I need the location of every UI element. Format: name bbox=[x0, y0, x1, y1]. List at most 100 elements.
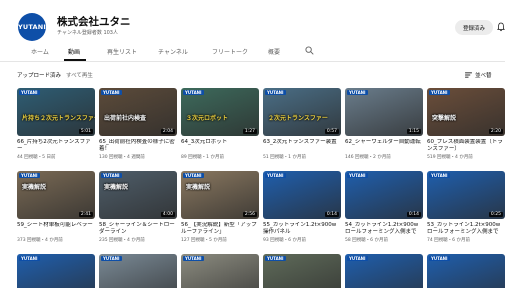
video-meta: 519 回視聴・4 か月前 bbox=[427, 155, 473, 160]
active-tab-indicator bbox=[64, 59, 86, 61]
video-meta: 130 回視聴・4 週間前 bbox=[99, 155, 145, 160]
video-thumbnail[interactable]: YUTANI 0:14 bbox=[263, 171, 341, 219]
video-card[interactable]: YUTANI 出荷前社内検査 2:04 65_出荷前社内検査の様子に密着！ 130 回視… bbox=[99, 88, 177, 160]
upload-filter[interactable]: アップロード済み すべて再生 bbox=[17, 71, 93, 79]
video-thumbnail[interactable]: YUTANI bbox=[263, 254, 341, 288]
video-title[interactable]: 53_カットライン1.2t×900wロールフォーミング入側まで bbox=[427, 222, 505, 236]
yutani-logo: YUTANI bbox=[19, 90, 40, 95]
video-card[interactable]: YUTANI 突撃解説 2:20 60_プレス積面装置装置（トランスファー） 519 回… bbox=[427, 88, 505, 160]
tab-playlists[interactable]: 再生リスト bbox=[107, 47, 137, 56]
channel-avatar[interactable]: YUTANI bbox=[18, 13, 46, 41]
video-card[interactable]: YUTANI 0:14 54_カットライン1.2t×900wロールフォーミング入側ま… bbox=[345, 171, 423, 243]
video-card[interactable]: YUTANI ２次元トランスファー 0:57 63_2次元トランスファー装置 51 回視… bbox=[263, 88, 341, 160]
video-title[interactable]: 59_シート材単板可能レベラー bbox=[17, 222, 95, 236]
video-thumbnail[interactable]: YUTANI bbox=[427, 254, 505, 288]
sort-icon[interactable] bbox=[465, 72, 472, 78]
video-thumbnail[interactable]: YUTANI 実機解説 2:56 bbox=[181, 171, 259, 219]
video-thumbnail[interactable]: YUTANI ３次元ロボット 1:27 bbox=[181, 88, 259, 136]
video-card[interactable]: YUTANI 実機解説 2:56 56_【実況解説】新型「アップルーファライン」 127… bbox=[181, 171, 259, 243]
video-card[interactable]: YUTANI 実機解説 2:41 59_シート材単板可能レベラー 373 回視聴・4 か… bbox=[17, 171, 95, 243]
thumbnail-caption: 実機解説 bbox=[22, 184, 47, 191]
thumbnail-caption: 出荷前社内検査 bbox=[104, 115, 147, 122]
video-card[interactable]: YUTANI bbox=[99, 254, 177, 288]
video-thumbnail[interactable]: YUTANI 1:15 bbox=[345, 88, 423, 136]
video-title[interactable]: 56_【実況解説】新型「アップルーファライン」 bbox=[181, 222, 259, 236]
video-title[interactable]: 62_シャーウェルダー自動運転 bbox=[345, 139, 423, 153]
subscribed-button[interactable]: 登録済み bbox=[455, 20, 493, 35]
video-card[interactable]: YUTANI 実機解説 4:00 58_シャーライン＆シートローダーライン 235 回視… bbox=[99, 171, 177, 243]
thumbnail-caption: ３次元ロボット bbox=[186, 115, 229, 122]
video-title[interactable]: 58_シャーライン＆シートローダーライン bbox=[99, 222, 177, 236]
video-card[interactable]: YUTANI bbox=[345, 254, 423, 288]
video-meta: 373 回視聴・4 か月前 bbox=[17, 238, 63, 243]
video-meta: 93 回視聴・6 か月前 bbox=[263, 238, 306, 243]
video-title[interactable]: 54_カットライン1.2t×900wロールフォーミング入側まで bbox=[345, 222, 423, 236]
yutani-logo: YUTANI bbox=[429, 90, 450, 95]
subscriber-count: チャンネル登録者数 103人 bbox=[57, 30, 118, 36]
video-meta: 235 回視聴・4 か月前 bbox=[99, 238, 145, 243]
tab-videos[interactable]: 動画 bbox=[68, 47, 80, 56]
yutani-logo: YUTANI bbox=[183, 173, 204, 178]
yutani-logo: YUTANI bbox=[101, 173, 122, 178]
video-thumbnail[interactable]: YUTANI 0:14 bbox=[345, 171, 423, 219]
video-thumbnail[interactable]: YUTANI 出荷前社内検査 2:04 bbox=[99, 88, 177, 136]
tab-free-talk[interactable]: フリートーク bbox=[212, 47, 248, 56]
video-thumbnail[interactable]: YUTANI bbox=[99, 254, 177, 288]
yutani-logo: YUTANI bbox=[347, 256, 368, 261]
search-icon[interactable] bbox=[305, 46, 314, 55]
video-meta: 146 回視聴・2 か月前 bbox=[345, 155, 391, 160]
video-thumbnail[interactable]: YUTANI bbox=[181, 254, 259, 288]
video-title[interactable]: 64_3次元ロボット bbox=[181, 139, 259, 153]
video-card[interactable]: YUTANI 0:25 53_カットライン1.2t×900wロールフォーミング入側ま… bbox=[427, 171, 505, 243]
tab-channels[interactable]: チャンネル bbox=[158, 47, 188, 56]
thumbnail-caption: 実機解説 bbox=[104, 184, 129, 191]
video-title[interactable]: 63_2次元トランスファー装置 bbox=[263, 139, 341, 153]
yutani-logo: YUTANI bbox=[265, 173, 286, 178]
video-meta: 58 回視聴・6 か月前 bbox=[345, 238, 388, 243]
video-title[interactable]: 65_出荷前社内検査の様子に密着！ bbox=[99, 139, 177, 153]
video-card[interactable]: YUTANI 1:15 62_シャーウェルダー自動運転 146 回視聴・2 か月前 bbox=[345, 88, 423, 160]
video-duration: 2:20 bbox=[488, 129, 503, 134]
filter-uploaded[interactable]: アップロード済み bbox=[17, 73, 61, 79]
yutani-logo: YUTANI bbox=[265, 256, 286, 261]
play-all-link[interactable]: すべて再生 bbox=[66, 73, 93, 79]
video-duration: 0:25 bbox=[488, 212, 503, 217]
video-card[interactable]: YUTANI 片持ち２次元トランスファー 5:01 66_片持ち2次元トランスファー 4… bbox=[17, 88, 95, 160]
video-thumbnail[interactable]: YUTANI 実機解説 4:00 bbox=[99, 171, 177, 219]
video-card[interactable]: YUTANI bbox=[181, 254, 259, 288]
video-card[interactable]: YUTANI bbox=[263, 254, 341, 288]
yutani-logo: YUTANI bbox=[183, 256, 204, 261]
video-card[interactable]: YUTANI bbox=[427, 254, 505, 288]
channel-tabs: ホーム 動画 再生リスト チャンネル フリートーク 概要 bbox=[0, 44, 505, 62]
yutani-logo: YUTANI bbox=[183, 90, 204, 95]
yutani-logo: YUTANI bbox=[265, 90, 286, 95]
video-title[interactable]: 66_片持ち2次元トランスファー bbox=[17, 139, 95, 153]
video-card[interactable]: YUTANI 0:14 55_カットライン1.2t×900w操作パネル 93 回視聴・… bbox=[263, 171, 341, 243]
video-title[interactable]: 60_プレス積面装置装置（トランスファー） bbox=[427, 139, 505, 153]
video-thumbnail[interactable]: YUTANI 実機解説 2:41 bbox=[17, 171, 95, 219]
thumbnail-caption: 片持ち２次元トランスファー bbox=[22, 115, 95, 122]
video-thumbnail[interactable]: YUTANI 突撃解説 2:20 bbox=[427, 88, 505, 136]
channel-name: 株式会社ユタニ bbox=[57, 16, 131, 28]
video-card[interactable]: YUTANI bbox=[17, 254, 95, 288]
yutani-logo: YUTANI bbox=[19, 173, 40, 178]
yutani-logo: YUTANI bbox=[347, 90, 368, 95]
thumbnail-caption: 実機解説 bbox=[186, 184, 211, 191]
video-title[interactable]: 55_カットライン1.2t×900w操作パネル bbox=[263, 222, 341, 236]
video-duration: 5:01 bbox=[78, 129, 93, 134]
video-duration: 2:41 bbox=[78, 212, 93, 217]
sort-button[interactable]: 並べ替 bbox=[475, 71, 492, 79]
video-thumbnail[interactable]: YUTANI 片持ち２次元トランスファー 5:01 bbox=[17, 88, 95, 136]
video-meta: 127 回視聴・5 か月前 bbox=[181, 238, 227, 243]
bell-icon[interactable] bbox=[497, 22, 505, 32]
video-duration: 2:04 bbox=[160, 129, 175, 134]
video-duration: 1:27 bbox=[242, 129, 257, 134]
video-thumbnail[interactable]: YUTANI ２次元トランスファー 0:57 bbox=[263, 88, 341, 136]
video-thumbnail[interactable]: YUTANI bbox=[17, 254, 95, 288]
thumbnail-caption: ２次元トランスファー bbox=[268, 115, 328, 122]
video-card[interactable]: YUTANI ３次元ロボット 1:27 64_3次元ロボット 89 回視聴・1 か月前 bbox=[181, 88, 259, 160]
tab-home[interactable]: ホーム bbox=[31, 47, 49, 56]
tab-about[interactable]: 概要 bbox=[268, 47, 280, 56]
video-thumbnail[interactable]: YUTANI 0:25 bbox=[427, 171, 505, 219]
video-thumbnail[interactable]: YUTANI bbox=[345, 254, 423, 288]
